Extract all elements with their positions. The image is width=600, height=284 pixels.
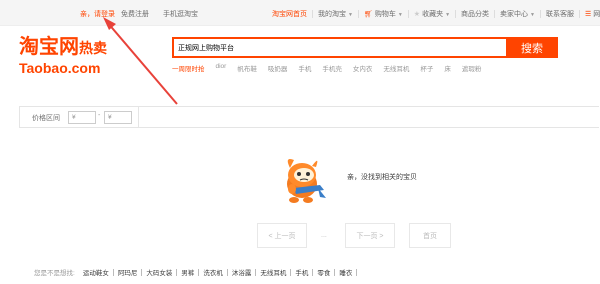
taobao-mascot-icon	[287, 159, 326, 203]
chevron-down-icon: ▼	[348, 12, 353, 18]
search-input[interactable]	[178, 41, 498, 54]
next-page-button[interactable]: 下一页 >	[345, 223, 395, 248]
related-link[interactable]: 无线耳机	[256, 267, 290, 277]
cart-menu[interactable]: 🛒︎ 购物车 ▼	[359, 9, 408, 19]
hot-word-link[interactable]: 手机壳	[322, 63, 342, 73]
hot-word-link[interactable]: dior	[216, 63, 227, 73]
favorites-menu[interactable]: ★ 收藏夹 ▼	[409, 9, 455, 19]
home-link[interactable]: 淘宝网首页	[272, 9, 312, 19]
my-taobao-menu[interactable]: 我的淘宝 ▼	[313, 9, 358, 19]
nav-right: 淘宝网首页 我的淘宝 ▼ 🛒︎ 购物车 ▼ ★ 收藏夹 ▼ 商品分类 卖家中心 ▼ 联系客服…	[272, 9, 600, 19]
logo-cn-text: 淘宝网	[19, 34, 79, 58]
menu-icon: ☰	[584, 11, 592, 18]
hot-word-link[interactable]: 女内衣	[353, 63, 373, 73]
hot-word-link[interactable]: 床	[444, 63, 451, 73]
price-dash: -	[98, 112, 101, 119]
chevron-down-icon: ▼	[445, 12, 451, 18]
first-page-button[interactable]: 首页	[409, 223, 451, 248]
related-searches: 您是不是想找: 运动鞋女 阿玛尼 大码女装 男裤 洗衣机 沐浴露 无线耳机 手机…	[34, 267, 358, 277]
taobao-logo[interactable]: 淘宝网热卖 Taobao.com	[19, 36, 139, 76]
mobile-taobao-link[interactable]: 手机逛淘宝	[163, 9, 198, 19]
related-link[interactable]: 零食	[313, 267, 334, 277]
hot-word-link[interactable]: 吸奶器	[268, 63, 288, 73]
seller-center-label: 卖家中心	[500, 11, 529, 18]
search-box: 搜索	[172, 37, 558, 58]
hot-word-link[interactable]: 一周限时抢	[172, 63, 205, 73]
prev-page-button[interactable]: < 上一页	[257, 223, 307, 248]
price-range-label: 价格区间	[32, 115, 60, 122]
empty-result-message: 亲，没找到相关的宝贝	[347, 174, 417, 181]
my-taobao-label: 我的淘宝	[318, 11, 346, 18]
sitemap-menu[interactable]: ☰ 网	[580, 9, 600, 19]
hot-word-link[interactable]: 手机	[298, 63, 311, 73]
related-link[interactable]: 洗衣机	[199, 267, 227, 277]
logo-cn: 淘宝网热卖	[19, 36, 139, 59]
filter-bar: 价格区间 ¥ - ¥	[19, 106, 599, 128]
pagination-ellipsis: ...	[321, 232, 327, 239]
related-link[interactable]: 睡衣	[335, 267, 356, 277]
star-icon: ★	[413, 11, 421, 18]
price-min-input[interactable]: ¥	[68, 111, 96, 124]
related-link[interactable]: 沐浴露	[228, 267, 256, 277]
related-label: 您是不是想找:	[34, 270, 75, 277]
related-link[interactable]: 男裤	[177, 267, 198, 277]
seller-center-menu[interactable]: 卖家中心 ▼	[495, 9, 540, 19]
cart-label: 购物车	[374, 11, 396, 18]
categories-link[interactable]: 商品分类	[456, 9, 494, 19]
hot-words: 一周限时抢 dior 帆布鞋 吸奶器 手机 手机壳 女内衣 无线耳机 杯子 床 …	[172, 63, 481, 73]
logo-en-text: Taobao.com	[19, 60, 101, 76]
related-link[interactable]: 手机	[291, 267, 312, 277]
hot-word-link[interactable]: 遮瑕粉	[462, 63, 482, 73]
search-button[interactable]: 搜索	[506, 37, 558, 58]
filter-divider	[138, 107, 139, 127]
pagination: < 上一页 ... 下一页 > 首页	[0, 223, 600, 249]
register-link[interactable]: 免费注册	[121, 9, 149, 19]
chevron-down-icon: ▼	[397, 12, 403, 18]
price-max-input[interactable]: ¥	[104, 111, 132, 124]
customer-service-link[interactable]: 联系客服	[541, 9, 579, 19]
sitemap-label: 网	[593, 11, 600, 18]
logo-hot-text: 热卖	[79, 41, 107, 57]
favorites-label: 收藏夹	[422, 11, 444, 18]
hot-word-link[interactable]: 无线耳机	[383, 63, 409, 73]
hot-word-link[interactable]: 帆布鞋	[237, 63, 257, 73]
related-link[interactable]: 运动鞋女	[79, 267, 113, 277]
login-link[interactable]: 亲，请登录	[80, 9, 115, 19]
related-link[interactable]: 阿玛尼	[114, 267, 142, 277]
hot-word-link[interactable]: 杯子	[420, 63, 433, 73]
cart-icon: 🛒︎	[363, 11, 373, 18]
site-nav: 亲，请登录 免费注册 手机逛淘宝 淘宝网首页 我的淘宝 ▼ 🛒︎ 购物车 ▼ ★ 收藏夹…	[0, 0, 600, 26]
related-link[interactable]: 大码女装	[142, 267, 176, 277]
nav-left: 亲，请登录 免费注册 手机逛淘宝	[80, 9, 198, 19]
related-separator	[356, 268, 358, 276]
chevron-down-icon: ▼	[530, 12, 535, 18]
